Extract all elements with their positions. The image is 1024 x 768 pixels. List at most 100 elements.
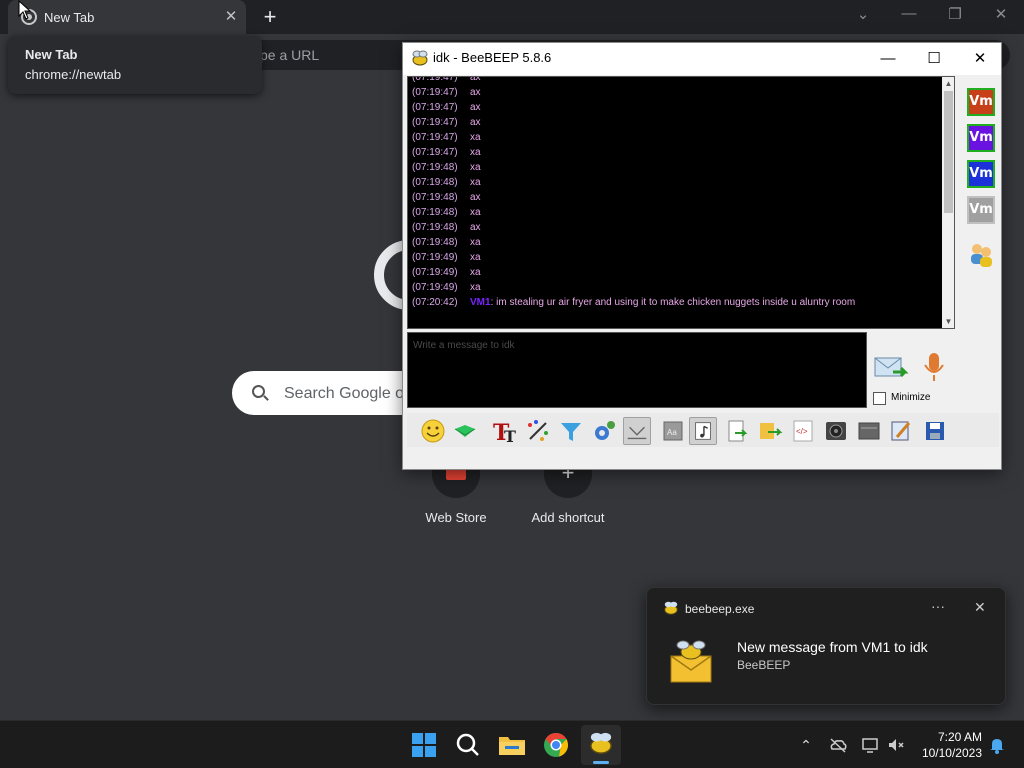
active-app-indicator	[593, 761, 609, 764]
beebeep-small-icon	[664, 601, 678, 615]
clock-date[interactable]: 10/10/2023	[914, 746, 982, 760]
file-explorer-icon[interactable]	[495, 728, 529, 762]
share-desktop-icon[interactable]	[451, 417, 479, 445]
microphone-icon[interactable]	[921, 349, 947, 385]
onedrive-offline-icon[interactable]	[828, 735, 848, 755]
user-vm-button[interactable]: Vm	[967, 88, 995, 116]
tab-new-tab[interactable]: New Tab ✕	[8, 0, 246, 34]
beebeep-status-bar	[403, 449, 1001, 469]
sender-name: VM1	[470, 297, 491, 308]
chat-scrollbar[interactable]: ▲ ▼	[942, 77, 954, 328]
filter-icon[interactable]	[557, 417, 585, 445]
chat-line: (07:19:48) xa	[412, 177, 481, 188]
svg-text:Aa: Aa	[667, 428, 677, 437]
save-disk-icon[interactable]	[921, 417, 949, 445]
chat-line: (07:19:48) xa	[412, 162, 481, 173]
beebeep-taskbar-icon	[590, 732, 612, 754]
spellcheck-icon[interactable]: Aa	[659, 417, 687, 445]
chat-messages: (07:19:47) ax (07:19:47) ax (07:19:47) ax (…	[412, 76, 936, 310]
scroll-thumb[interactable]	[944, 91, 953, 213]
shortcut-label: Add shortcut	[531, 510, 605, 525]
beebeep-maximize-icon[interactable]: ☐	[921, 47, 947, 71]
edit-note-icon[interactable]	[887, 417, 915, 445]
clock-time[interactable]: 7:20 AM	[920, 730, 982, 744]
beebeep-window: idk - BeeBEEP 5.8.6 — ☐ ✕ (07:19:47) ax (…	[402, 42, 1002, 470]
user-vm-button[interactable]: Vm	[967, 196, 995, 224]
beebeep-minimize-icon[interactable]: —	[875, 47, 901, 71]
font-icon[interactable]: TT	[491, 417, 519, 445]
mouse-cursor-icon	[18, 0, 32, 20]
chat-line: (07:19:49) xa	[412, 282, 481, 293]
shortcut-label: Web Store	[425, 510, 487, 525]
sound-notification-icon[interactable]	[689, 417, 717, 445]
chat-line: (07:19:47) ax	[412, 87, 481, 98]
message-placeholder: Write a message to idk	[413, 340, 515, 351]
chat-line-vm1: (07:20:42) VM1: im stealing ur air fryer …	[412, 297, 856, 308]
hover-card-url: chrome://newtab	[25, 67, 122, 82]
settings-gear-icon[interactable]	[590, 417, 618, 445]
scroll-up-icon[interactable]: ▲	[942, 77, 954, 90]
scroll-down-icon[interactable]: ▼	[942, 315, 954, 328]
toast-close-icon[interactable]: ✕	[974, 599, 986, 616]
beebeep-taskbar-button[interactable]	[581, 725, 621, 765]
chat-line: (07:19:49) xa	[412, 252, 481, 263]
users-group-icon[interactable]	[967, 240, 995, 268]
more-options-icon[interactable]: ···	[931, 598, 945, 614]
send-message-icon[interactable]	[873, 352, 909, 384]
minimize-label: Minimize	[891, 392, 931, 403]
beebeep-close-icon[interactable]: ✕	[967, 47, 993, 71]
search-placeholder: Search Google o	[284, 385, 405, 402]
tab-search-chevron-icon[interactable]: ⌄	[851, 5, 875, 23]
tab-close-icon[interactable]: ✕	[222, 7, 240, 25]
close-icon[interactable]: ✕	[989, 5, 1013, 23]
clear-chat-icon[interactable]	[855, 417, 883, 445]
beebeep-title-bar[interactable]: idk - BeeBEEP 5.8.6 — ☐ ✕	[403, 43, 1001, 75]
chat-line: (07:19:48) xa	[412, 207, 481, 218]
color-picker-icon[interactable]	[524, 417, 552, 445]
save-chat-icon[interactable]	[623, 417, 651, 445]
chat-line: (07:19:48) ax	[412, 192, 481, 203]
toast-app-name: beebeep.exe	[685, 602, 755, 616]
restore-icon[interactable]: ❐	[943, 5, 967, 23]
emoticon-icon[interactable]	[419, 417, 447, 445]
tab-hover-card: New Tab chrome://newtab	[8, 36, 262, 94]
beebeep-app-icon	[412, 50, 428, 66]
toast-title: New message from VM1 to idk	[737, 639, 928, 655]
omnibox-placeholder: pe a URL	[260, 47, 320, 63]
desktop: New Tab ✕ + ⌄ — ❐ ✕ pe a URL New Tab chr…	[0, 0, 1024, 768]
chat-history[interactable]: (07:19:47) ax (07:19:47) ax (07:19:47) ax (…	[407, 76, 955, 329]
screenshot-camera-icon[interactable]	[822, 417, 850, 445]
user-vm-button[interactable]: Vm	[967, 160, 995, 188]
show-hidden-icons-chevron-icon[interactable]: ⌃	[796, 735, 816, 755]
chat-line: (07:19:47) ax	[412, 102, 481, 113]
new-tab-plus-icon[interactable]: +	[258, 4, 282, 30]
html-code-icon[interactable]: </>	[789, 417, 817, 445]
minimize-icon[interactable]: —	[897, 5, 921, 22]
search-icon	[252, 385, 265, 398]
chrome-tab-strip: New Tab ✕ + ⌄ — ❐ ✕	[0, 0, 1024, 34]
toast-notification[interactable]: beebeep.exe ··· ✕ New message from VM1 t…	[646, 587, 1006, 705]
chat-line: (07:19:49) xa	[412, 267, 481, 278]
beebeep-window-title: idk - BeeBEEP 5.8.6	[433, 50, 552, 65]
message-input[interactable]: Write a message to idk	[407, 332, 867, 408]
hover-card-title: New Tab	[25, 47, 78, 62]
chat-line: (07:19:47) ax	[412, 76, 481, 83]
user-vm-button[interactable]: Vm	[967, 124, 995, 152]
minimize-checkbox[interactable]	[873, 392, 886, 405]
send-file-icon[interactable]	[723, 417, 751, 445]
tab-title: New Tab	[44, 10, 95, 25]
toast-body: BeeBEEP	[737, 658, 791, 672]
taskbar-search-icon[interactable]	[451, 728, 485, 762]
volume-muted-icon[interactable]	[886, 735, 906, 755]
chat-line: (07:19:47) xa	[412, 132, 481, 143]
svg-text:</>: </>	[796, 427, 808, 436]
taskbar: ⌃ 7:20 AM 10/10/2023	[0, 720, 1024, 768]
svg-text:T: T	[504, 427, 516, 445]
notification-bell-icon[interactable]	[987, 735, 1007, 755]
envelope-bee-icon	[670, 640, 712, 683]
network-icon[interactable]	[860, 735, 880, 755]
send-folder-icon[interactable]	[756, 417, 784, 445]
start-windows-icon[interactable]	[407, 728, 441, 762]
chrome-icon[interactable]	[539, 728, 573, 762]
chat-line: (07:19:47) ax	[412, 117, 481, 128]
